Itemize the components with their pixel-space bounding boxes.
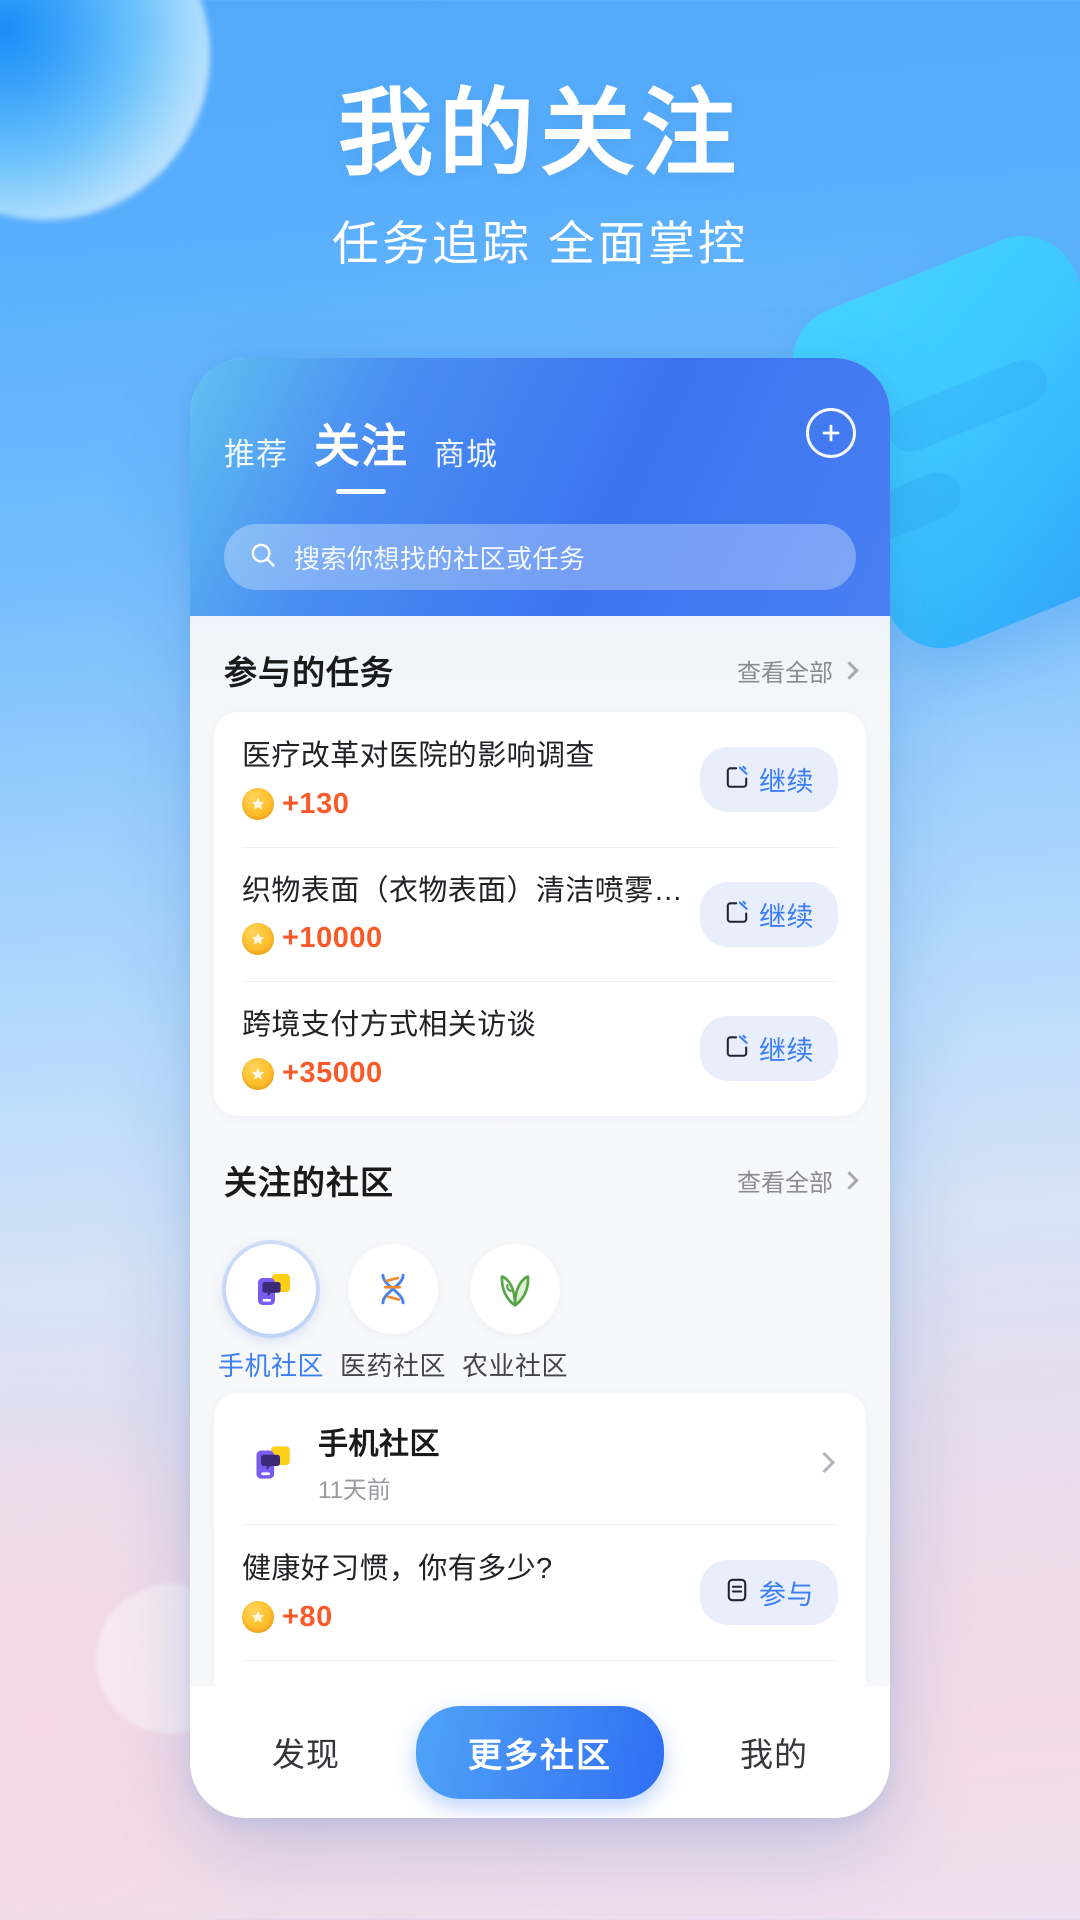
bottom-navigation: 发现 更多社区 我的 — [190, 1686, 890, 1818]
survey-icon — [724, 1577, 750, 1608]
chevron-right-icon — [840, 660, 859, 680]
tasks-section-title: 参与的任务 — [224, 654, 394, 691]
chevron-right-icon[interactable] — [813, 1451, 836, 1473]
task-title: 跨境支付方式相关访谈 — [242, 1009, 537, 1042]
community-feed-header[interactable]: 手机社区 11天前 — [214, 1393, 866, 1526]
community-feed-meta: 手机社区 11天前 — [318, 1419, 797, 1505]
communities-view-all-button[interactable]: 查看全部 — [737, 1163, 859, 1198]
phone-mockup: 推荐 关注 商城 搜索你想找的社区或任务 参与的任务 查看全部 医疗改革对医院的… — [190, 358, 890, 1818]
task-row[interactable]: 医疗改革对医院的影响调查 +130 继续 — [214, 712, 866, 847]
tasks-view-all-button[interactable]: 查看全部 — [737, 653, 859, 688]
coin-icon — [242, 1601, 274, 1634]
task-title: 医疗改革对医院的影响调查 — [242, 740, 595, 772]
task-continue-label: 继续 — [759, 1036, 814, 1067]
task-continue-label: 继续 — [759, 901, 814, 932]
task-continue-button[interactable]: 继续 — [700, 881, 838, 947]
community-chip-agriculture[interactable]: 农业社区 — [462, 1244, 568, 1383]
task-info: 织物表面（衣物表面）清洁喷雾类产… +10000 — [242, 873, 684, 956]
community-feed-name: 手机社区 — [318, 1428, 440, 1462]
plus-circle-icon[interactable] — [806, 408, 856, 458]
app-body[interactable]: 参与的任务 查看全部 医疗改革对医院的影响调查 +130 继续 织物表面（衣物表… — [190, 616, 890, 1686]
question-reward-value: +80 — [282, 1600, 333, 1633]
hero-banner: 我的关注 任务追踪 全面掌控 — [0, 0, 1080, 274]
communities-view-all-label: 查看全部 — [737, 1169, 833, 1197]
page-title: 我的关注 — [337, 81, 742, 187]
tasks-section-header: 参与的任务 查看全部 — [190, 616, 890, 712]
task-row[interactable]: 跨境支付方式相关访谈 +35000 继续 — [214, 981, 866, 1116]
edit-square-icon — [724, 1033, 750, 1064]
search-input[interactable]: 搜索你想找的社区或任务 — [224, 524, 856, 590]
search-icon — [248, 540, 278, 575]
community-chip-label: 手机社区 — [218, 1351, 325, 1382]
task-info: 跨境支付方式相关访谈 +35000 — [242, 1007, 684, 1090]
search-placeholder: 搜索你想找的社区或任务 — [294, 543, 586, 574]
nav-mine[interactable]: 我的 — [740, 1728, 808, 1776]
tab-bar: 推荐 关注 商城 — [224, 410, 856, 494]
tab-recommend-label: 推荐 — [224, 437, 288, 472]
communities-section-header: 关注的社区 查看全部 — [190, 1116, 890, 1222]
coin-icon — [242, 1057, 274, 1090]
nav-discover[interactable]: 发现 — [272, 1728, 340, 1776]
task-reward-value: +10000 — [282, 922, 383, 955]
question-join-button[interactable]: 参与 — [700, 1559, 838, 1625]
tab-mall-label: 商城 — [434, 437, 498, 472]
app-header: 推荐 关注 商城 搜索你想找的社区或任务 — [190, 358, 890, 616]
edit-square-icon — [724, 764, 750, 795]
edit-square-icon — [724, 899, 750, 930]
question-title: 健康好习惯，你有多少? — [242, 1553, 553, 1586]
question-reward: +80 — [242, 1601, 684, 1634]
tasks-view-all-label: 查看全部 — [737, 659, 833, 687]
community-feed-time: 11天前 — [318, 1477, 391, 1505]
tasks-card: 医疗改革对医院的影响调查 +130 继续 织物表面（衣物表面）清洁喷雾类 +10… — [214, 712, 866, 1117]
task-continue-button[interactable]: 继续 — [700, 1016, 838, 1082]
task-reward-value: +35000 — [282, 1057, 383, 1090]
phone-chat-icon — [226, 1244, 316, 1335]
coin-icon — [242, 788, 274, 821]
coin-icon — [242, 922, 274, 955]
chevron-right-icon — [840, 1170, 859, 1190]
task-continue-label: 继续 — [759, 766, 814, 797]
task-reward: +130 — [242, 788, 684, 821]
dna-icon — [348, 1244, 438, 1335]
task-reward: +35000 — [242, 1057, 684, 1090]
nav-more-communities-button[interactable]: 更多社区 — [416, 1705, 664, 1799]
community-chip-phone[interactable]: 手机社区 — [218, 1244, 324, 1383]
task-row[interactable]: 织物表面（衣物表面）清洁喷雾类产… +10000 — [214, 846, 866, 982]
page-subtitle: 任务追踪 全面掌控 — [331, 216, 749, 270]
tab-following[interactable]: 关注 — [314, 410, 408, 494]
question-info: 健康好习惯，你有多少? +80 — [242, 1551, 684, 1634]
task-reward: +10000 — [242, 922, 684, 955]
tab-active-underline — [336, 489, 386, 494]
tab-following-label: 关注 — [314, 420, 408, 472]
community-chip-label: 农业社区 — [462, 1351, 569, 1382]
tab-recommend[interactable]: 推荐 — [224, 429, 288, 478]
tab-mall[interactable]: 商城 — [434, 429, 498, 478]
task-info: 医疗改革对医院的影响调查 +130 — [242, 738, 684, 821]
question-row[interactable]: 健康好习惯，你有多少? +80 参与 — [214, 1525, 866, 1660]
task-reward-value: +130 — [282, 787, 350, 820]
community-chip-list: 手机社区 医药社区 农业社区 — [190, 1222, 890, 1393]
phone-chat-icon — [242, 1434, 298, 1490]
question-row[interactable]: 您了解您的住所吗? +60 — [214, 1659, 866, 1686]
task-title: 织物表面（衣物表面）清洁喷雾类产… — [242, 874, 684, 907]
question-join-label: 参与 — [759, 1579, 814, 1610]
leaf-icon — [470, 1244, 560, 1335]
community-chip-label: 医药社区 — [340, 1351, 447, 1382]
communities-section-title: 关注的社区 — [224, 1164, 394, 1202]
community-chip-medicine[interactable]: 医药社区 — [340, 1244, 446, 1383]
task-continue-button[interactable]: 继续 — [700, 746, 838, 812]
community-feed-card: 手机社区 11天前 健康好习惯，你有多少? +80 参与 — [214, 1393, 866, 1686]
